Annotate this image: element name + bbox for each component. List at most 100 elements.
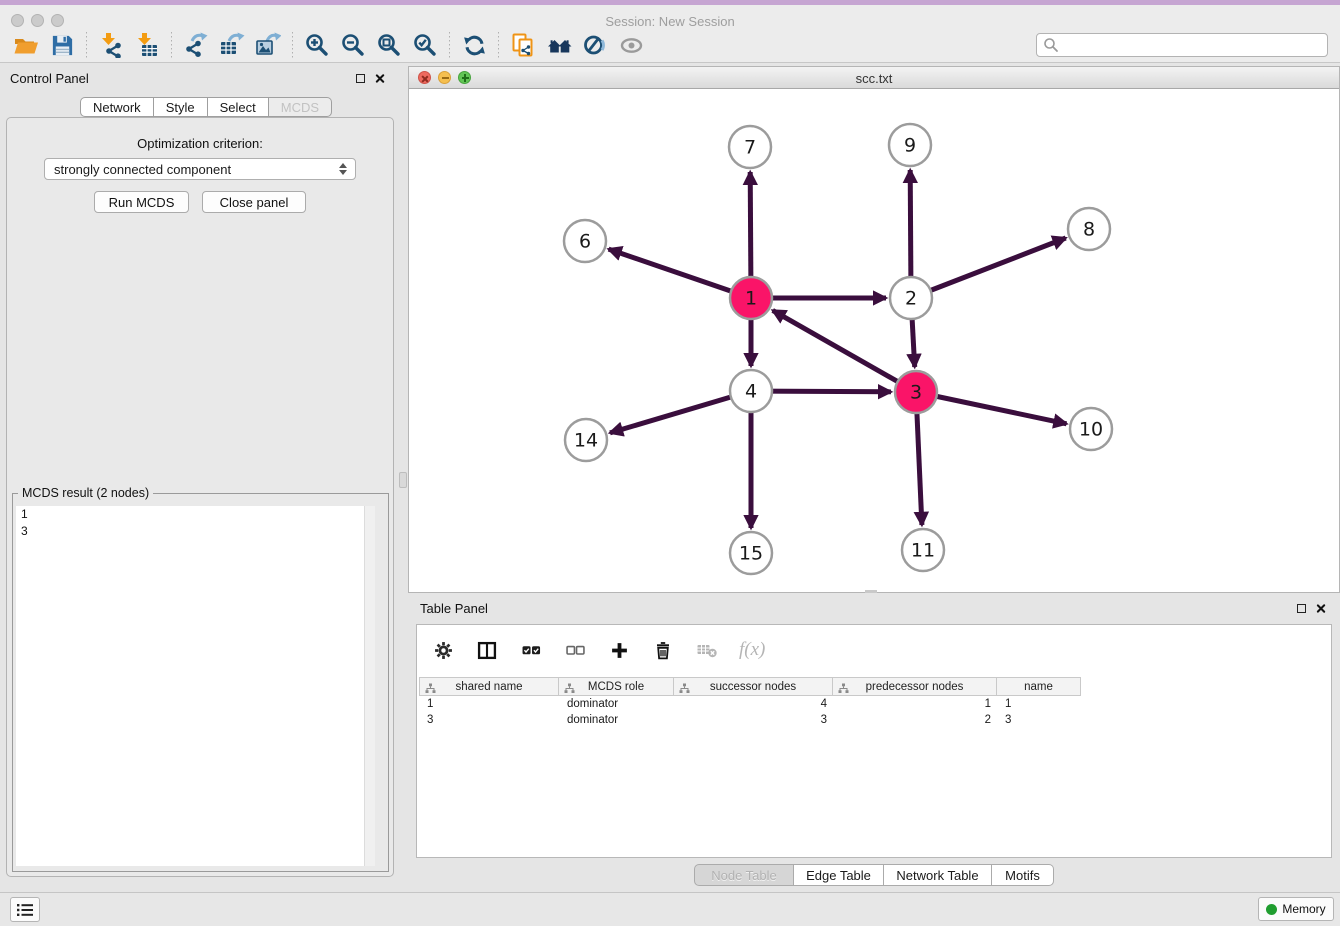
- duplicate-network-button[interactable]: [505, 30, 541, 60]
- add-row-button[interactable]: [607, 638, 631, 662]
- delete-row-button[interactable]: [651, 638, 675, 662]
- graph-node-8[interactable]: 8: [1068, 208, 1110, 250]
- canvas-grip-handle[interactable]: [865, 590, 877, 593]
- export-table-icon: [219, 32, 245, 58]
- main-titlebar: Session: New Session: [0, 5, 1340, 28]
- network-window-titlebar[interactable]: scc.txt: [409, 67, 1339, 89]
- deselect-all-button[interactable]: [563, 638, 587, 662]
- home-layout-button[interactable]: [541, 30, 577, 60]
- table-row[interactable]: 1dominator411: [419, 696, 1081, 712]
- zoom-selected-button[interactable]: [407, 30, 443, 60]
- graph-node-7[interactable]: 7: [729, 126, 771, 168]
- column-header-shared-name[interactable]: shared name: [419, 677, 559, 696]
- column-header-predecessor-nodes[interactable]: predecessor nodes: [833, 677, 997, 696]
- memory-button[interactable]: Memory: [1258, 897, 1334, 921]
- graph-edge-2-8[interactable]: [911, 238, 1066, 298]
- apply-function-button[interactable]: f(x): [739, 638, 765, 662]
- attribute-type-icon: [564, 683, 575, 694]
- table-cell[interactable]: dominator: [559, 712, 674, 728]
- graph-node-label: 8: [1083, 219, 1095, 241]
- table-row[interactable]: 3dominator323: [419, 712, 1081, 728]
- tab-motifs[interactable]: Motifs: [992, 864, 1054, 886]
- export-image-button[interactable]: [250, 30, 286, 60]
- tab-select[interactable]: Select: [208, 97, 269, 117]
- table-cell[interactable]: 1: [419, 696, 559, 712]
- criterion-select[interactable]: strongly connected component: [44, 158, 356, 180]
- graph-edge-3-10[interactable]: [916, 392, 1067, 424]
- graph-node-10[interactable]: 10: [1070, 408, 1112, 450]
- graph-node-11[interactable]: 11: [902, 529, 944, 571]
- save-session-button[interactable]: [44, 30, 80, 60]
- zoom-fit-button[interactable]: [371, 30, 407, 60]
- column-view-button[interactable]: [475, 638, 499, 662]
- toggle-visibility-button[interactable]: [577, 30, 613, 60]
- tab-mcds[interactable]: MCDS: [269, 97, 332, 117]
- graph-node-9[interactable]: 9: [889, 124, 931, 166]
- graph-edge-3-1[interactable]: [773, 310, 916, 392]
- tab-network[interactable]: Network: [80, 97, 154, 117]
- network-canvas[interactable]: 1 2 3 4 6 7 8 9 10 11 14 15: [409, 89, 1339, 592]
- memory-label: Memory: [1282, 902, 1325, 916]
- delete-table-button[interactable]: [695, 638, 719, 662]
- float-table-panel-icon[interactable]: [1297, 604, 1306, 613]
- save-floppy-icon: [50, 33, 75, 58]
- table-header-row: shared nameMCDS rolesuccessor nodesprede…: [419, 677, 1081, 696]
- select-all-button[interactable]: [519, 638, 543, 662]
- table-cell[interactable]: 4: [674, 696, 833, 712]
- graph-node-3[interactable]: 3: [895, 371, 937, 413]
- table-cell[interactable]: 1: [997, 696, 1081, 712]
- tab-network-table[interactable]: Network Table: [884, 864, 992, 886]
- table-panel-window-icons: [1297, 603, 1326, 614]
- table-settings-button[interactable]: [431, 638, 455, 662]
- table-cell[interactable]: 3: [997, 712, 1081, 728]
- table-cell[interactable]: 1: [833, 696, 997, 712]
- graph-node-14[interactable]: 14: [565, 419, 607, 461]
- toolbar-separator: [171, 32, 172, 58]
- graph-node-4[interactable]: 4: [730, 370, 772, 412]
- table-cell[interactable]: 3: [674, 712, 833, 728]
- graph-node-15[interactable]: 15: [730, 532, 772, 574]
- close-panel-button[interactable]: Close panel: [202, 191, 306, 213]
- graph-node-2[interactable]: 2: [890, 277, 932, 319]
- import-table-button[interactable]: [129, 30, 165, 60]
- graph-edge-1-6[interactable]: [609, 249, 751, 298]
- zoom-out-button[interactable]: [335, 30, 371, 60]
- export-table-button[interactable]: [214, 30, 250, 60]
- graph-node-label: 6: [579, 231, 591, 253]
- search-field[interactable]: [1036, 33, 1328, 57]
- tab-style[interactable]: Style: [154, 97, 208, 117]
- vertical-splitter-handle[interactable]: [399, 472, 407, 488]
- zoom-in-button[interactable]: [299, 30, 335, 60]
- tab-edge-table[interactable]: Edge Table: [794, 864, 884, 886]
- table-cell[interactable]: dominator: [559, 696, 674, 712]
- mcds-result-title: MCDS result (2 nodes): [18, 486, 153, 500]
- task-history-button[interactable]: [10, 897, 40, 922]
- toolbar-separator: [292, 32, 293, 58]
- fx-icon: f(x): [739, 639, 765, 661]
- run-mcds-button[interactable]: Run MCDS: [94, 191, 189, 213]
- search-input[interactable]: [1059, 35, 1327, 55]
- open-session-button[interactable]: [8, 30, 44, 60]
- column-header-mcds-role[interactable]: MCDS role: [559, 677, 674, 696]
- column-header-name[interactable]: name: [997, 677, 1081, 696]
- table-toolbar: f(x): [417, 633, 765, 667]
- duplicate-network-icon: [510, 32, 536, 58]
- memory-status-icon: [1266, 904, 1277, 915]
- import-network-button[interactable]: [93, 30, 129, 60]
- visibility-slash-icon: [582, 32, 608, 58]
- close-panel-icon[interactable]: [374, 73, 385, 84]
- mcds-result-scrollbar[interactable]: [364, 506, 375, 866]
- refresh-icon: [462, 33, 487, 58]
- close-table-panel-icon[interactable]: [1315, 603, 1326, 614]
- table-cell[interactable]: 2: [833, 712, 997, 728]
- export-network-button[interactable]: [178, 30, 214, 60]
- float-panel-icon[interactable]: [356, 74, 365, 83]
- eye-button[interactable]: [613, 30, 649, 60]
- graph-node-1[interactable]: 1: [730, 277, 772, 319]
- mcds-result-text[interactable]: 13: [16, 506, 364, 866]
- refresh-view-button[interactable]: [456, 30, 492, 60]
- graph-node-6[interactable]: 6: [564, 220, 606, 262]
- column-header-successor-nodes[interactable]: successor nodes: [674, 677, 833, 696]
- tab-node-table[interactable]: Node Table: [694, 864, 794, 886]
- table-cell[interactable]: 3: [419, 712, 559, 728]
